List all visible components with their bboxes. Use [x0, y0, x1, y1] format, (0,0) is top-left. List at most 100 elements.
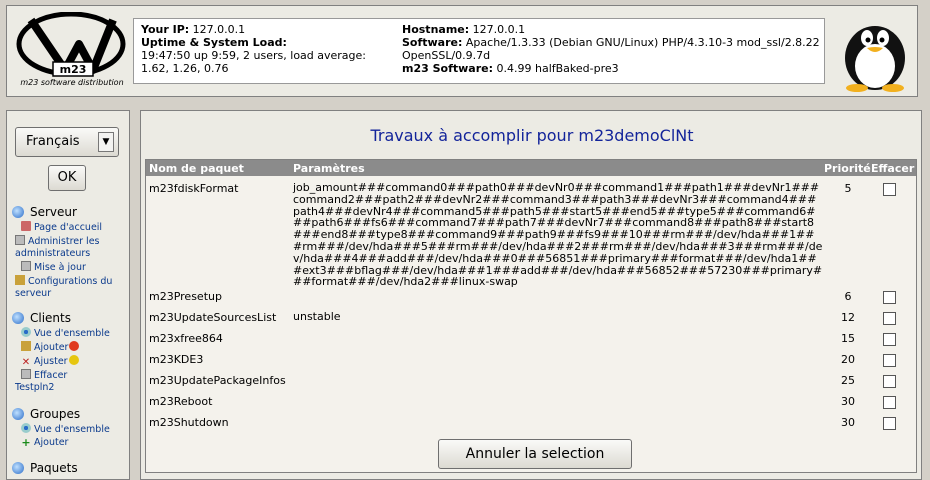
- svg-text:m23: m23: [60, 63, 87, 76]
- col-header-params: Paramètres: [293, 162, 365, 175]
- link-clients-adjust[interactable]: ✕ Ajuster: [21, 355, 79, 368]
- link-admins-label: Administrer les administrateurs: [15, 236, 100, 259]
- software-label: Software:: [402, 36, 463, 49]
- sidebar: Français ▼ OK Serveur Page d'accueil Adm…: [6, 110, 130, 480]
- m23-version-label: m23 Software:: [402, 62, 493, 75]
- link-groups-add-label: Ajouter: [34, 437, 69, 448]
- tools-x-icon: ✕: [21, 357, 31, 368]
- package-name: m23Reboot: [149, 395, 213, 408]
- header-panel: m23 m23 software distribution Your IP: 1…: [6, 5, 918, 97]
- document-icon: [15, 235, 25, 245]
- package-priority: 5: [844, 182, 852, 195]
- link-clients-add[interactable]: Ajouter: [21, 341, 80, 354]
- package-priority: 30: [841, 416, 855, 429]
- package-params: unstable: [293, 310, 341, 323]
- col-header-delete: Effacer: [871, 162, 915, 175]
- link-client-testpln2[interactable]: Testpln2: [15, 382, 54, 394]
- package-priority: 15: [841, 332, 855, 345]
- settings-icon: [15, 275, 25, 285]
- delete-checkbox[interactable]: [883, 183, 896, 196]
- package-name: m23UpdatePackageInfos: [149, 374, 286, 387]
- globe-icon: [12, 408, 24, 420]
- ip-value: 127.0.0.1: [192, 23, 246, 36]
- tux-penguin-icon: [835, 16, 915, 92]
- yellow-status-dot-icon: [68, 355, 79, 365]
- table-header: Nom de paquet Paramètres Priorité Efface…: [146, 160, 916, 176]
- link-clients-overview-label: Vue d'ensemble: [34, 328, 110, 339]
- section-groups: Groupes: [12, 407, 80, 421]
- cancel-selection-button[interactable]: Annuler la selection: [438, 439, 632, 469]
- m23-logo: m23 m23 software distribution: [13, 11, 131, 92]
- ok-button[interactable]: OK: [48, 165, 86, 191]
- package-name: m23Shutdown: [149, 416, 229, 429]
- delete-checkbox[interactable]: [883, 375, 896, 388]
- delete-checkbox[interactable]: [883, 291, 896, 304]
- link-update-label: Mise à jour: [34, 262, 86, 273]
- package-priority: 30: [841, 395, 855, 408]
- link-clients-delete[interactable]: Effacer: [21, 369, 67, 382]
- col-header-name: Nom de paquet: [149, 162, 244, 175]
- delete-checkbox[interactable]: [883, 312, 896, 325]
- hostname-label: Hostname:: [402, 23, 470, 36]
- link-server-config-label: Configurations du serveur: [15, 276, 113, 299]
- link-server-config[interactable]: Configurations du serveur: [15, 275, 129, 300]
- red-status-dot-icon: [69, 341, 80, 351]
- delete-checkbox[interactable]: [883, 417, 896, 430]
- package-priority: 6: [844, 290, 852, 303]
- uptime-value: 19:47:50 up 9:59, 2 users, load average:…: [141, 49, 367, 75]
- section-packages: Paquets: [12, 461, 78, 475]
- main-panel: Travaux à accomplir pour m23demoClNt Nom…: [140, 110, 922, 480]
- overview-icon: [21, 327, 31, 337]
- overview-icon: [21, 423, 31, 433]
- info-right-column: Hostname: 127.0.0.1 Software: Apache/1.3…: [402, 23, 822, 75]
- package-name: m23KDE3: [149, 353, 204, 366]
- col-header-priority: Priorité: [824, 162, 871, 175]
- link-admins[interactable]: Administrer les administrateurs: [15, 235, 127, 260]
- package-name: m23xfree864: [149, 332, 223, 345]
- server-info-box: Your IP: 127.0.0.1 Uptime & System Load:…: [133, 18, 825, 84]
- package-priority: 25: [841, 374, 855, 387]
- logo-caption: m23 software distribution: [20, 78, 124, 87]
- globe-icon: [12, 312, 24, 324]
- section-server: Serveur: [12, 205, 77, 219]
- package-priority: 20: [841, 353, 855, 366]
- link-update[interactable]: Mise à jour: [21, 261, 86, 274]
- hostname-value: 127.0.0.1: [472, 23, 526, 36]
- section-groups-title: Groupes: [30, 407, 81, 421]
- package-priority: 12: [841, 311, 855, 324]
- home-icon: [21, 221, 31, 231]
- tools-icon: [21, 341, 31, 351]
- section-clients: Clients: [12, 311, 71, 325]
- dropdown-arrow-icon[interactable]: ▼: [98, 132, 114, 152]
- language-select[interactable]: Français ▼: [15, 127, 119, 157]
- delete-checkbox[interactable]: [883, 354, 896, 367]
- delete-checkbox[interactable]: [883, 333, 896, 346]
- link-homepage[interactable]: Page d'accueil: [21, 221, 102, 234]
- link-clients-adjust-label: Ajuster: [34, 356, 68, 367]
- jobs-table: Nom de paquet Paramètres Priorité Efface…: [145, 159, 917, 473]
- ip-label: Your IP:: [141, 23, 190, 36]
- globe-icon: [12, 462, 24, 474]
- package-name: m23Presetup: [149, 290, 222, 303]
- software-value: Apache/1.3.33 (Debian GNU/Linux) PHP/4.3…: [402, 36, 820, 62]
- m23-version-value: 0.4.99 halfBaked-pre3: [496, 62, 619, 75]
- section-packages-title: Paquets: [30, 461, 78, 475]
- update-icon: [21, 261, 31, 271]
- link-groups-overview[interactable]: Vue d'ensemble: [21, 423, 110, 436]
- link-groups-overview-label: Vue d'ensemble: [34, 424, 110, 435]
- globe-icon: [12, 206, 24, 218]
- add-icon: +: [21, 436, 31, 449]
- package-name: m23fdiskFormat: [149, 182, 239, 195]
- page-title: Travaux à accomplir pour m23demoClNt: [370, 126, 694, 145]
- section-server-title: Serveur: [30, 205, 77, 219]
- link-clients-delete-label: Effacer: [34, 370, 68, 381]
- section-clients-title: Clients: [30, 311, 71, 325]
- delete-icon: [21, 369, 31, 379]
- package-name: m23UpdateSourcesList: [149, 311, 277, 324]
- link-clients-add-label: Ajouter: [34, 342, 69, 353]
- info-left-column: Your IP: 127.0.0.1 Uptime & System Load:…: [141, 23, 396, 75]
- link-clients-overview[interactable]: Vue d'ensemble: [21, 327, 110, 340]
- link-groups-add[interactable]: + Ajouter: [21, 437, 68, 449]
- link-homepage-label: Page d'accueil: [34, 222, 103, 233]
- delete-checkbox[interactable]: [883, 396, 896, 409]
